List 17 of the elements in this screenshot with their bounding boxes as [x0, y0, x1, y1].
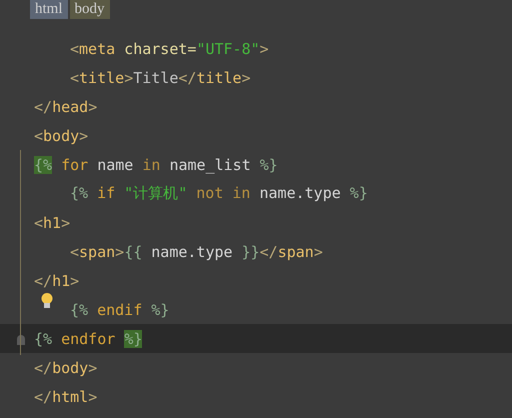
code-line: </h1>: [34, 272, 80, 290]
code-line: </html>: [34, 388, 98, 406]
code-line: {% for name in name_list %}: [34, 156, 278, 174]
code-line: {% endfor %}: [34, 330, 142, 348]
breadcrumb-item[interactable]: html: [30, 0, 68, 19]
code-editor[interactable]: [0, 0, 512, 418]
code-line: <body>: [34, 126, 88, 144]
breadcrumb-item[interactable]: body: [70, 0, 110, 19]
code-line: <h1>: [34, 214, 70, 232]
code-line: </head>: [34, 98, 98, 116]
code-line: <span>{{ name.type }}</span>: [70, 242, 323, 260]
code-line: {% if "计算机" not in name.type %}: [70, 184, 368, 203]
code-line: <meta charset="UTF-8">: [70, 40, 269, 58]
code-line: {% endif %}: [70, 300, 170, 318]
code-line: <title>Title</title>: [70, 68, 251, 86]
code-line: </body>: [34, 358, 98, 376]
lightbulb-icon[interactable]: [40, 292, 54, 310]
